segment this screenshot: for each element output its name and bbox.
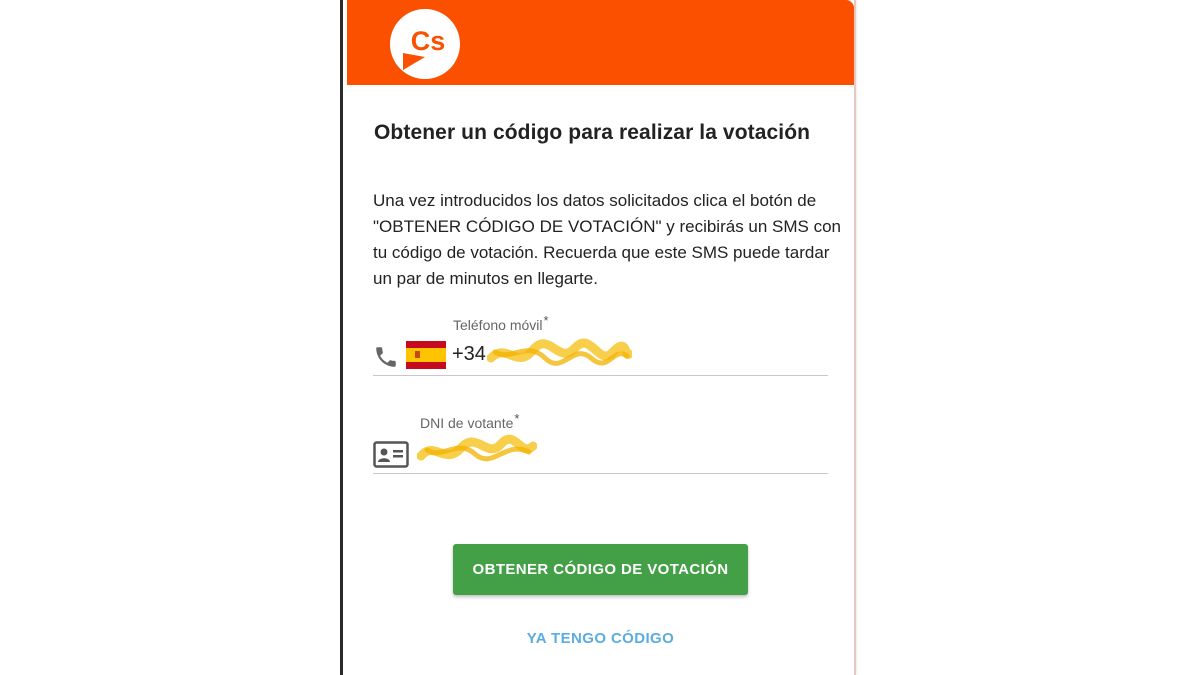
phone-field-underline (373, 375, 828, 376)
already-have-code-link[interactable]: YA TENGO CÓDIGO (453, 630, 748, 647)
dni-field[interactable]: DNI de votante* (373, 408, 828, 474)
page-title: Obtener un código para realizar la votac… (374, 121, 811, 144)
cs-logo: Cs (390, 9, 460, 79)
required-mark: * (514, 411, 520, 426)
country-code-prefix: +34 (452, 343, 486, 365)
instructions-text: Una vez introducidos los datos solicitad… (373, 191, 842, 288)
phone-label-text: Teléfono móvil (453, 317, 543, 333)
phone-field[interactable]: Teléfono móvil* +34 (373, 310, 828, 376)
dni-field-underline (373, 473, 828, 474)
phone-field-label: Teléfono móvil* (453, 313, 549, 333)
required-mark: * (543, 313, 549, 328)
device-edge (340, 0, 343, 675)
spain-flag-icon[interactable] (406, 341, 446, 369)
logo-text: Cs (411, 26, 446, 56)
screenshot-stage: Cs Obtener un código para realizar la vo… (0, 0, 1200, 675)
redacted-phone-value (487, 338, 632, 366)
id-card-icon (373, 441, 409, 468)
brand-header: Cs (347, 0, 854, 85)
get-voting-code-button[interactable]: OBTENER CÓDIGO DE VOTACIÓN (453, 544, 748, 595)
voting-code-card: Cs Obtener un código para realizar la vo… (347, 0, 856, 675)
phone-icon (376, 347, 396, 367)
redacted-dni-value (417, 434, 537, 462)
